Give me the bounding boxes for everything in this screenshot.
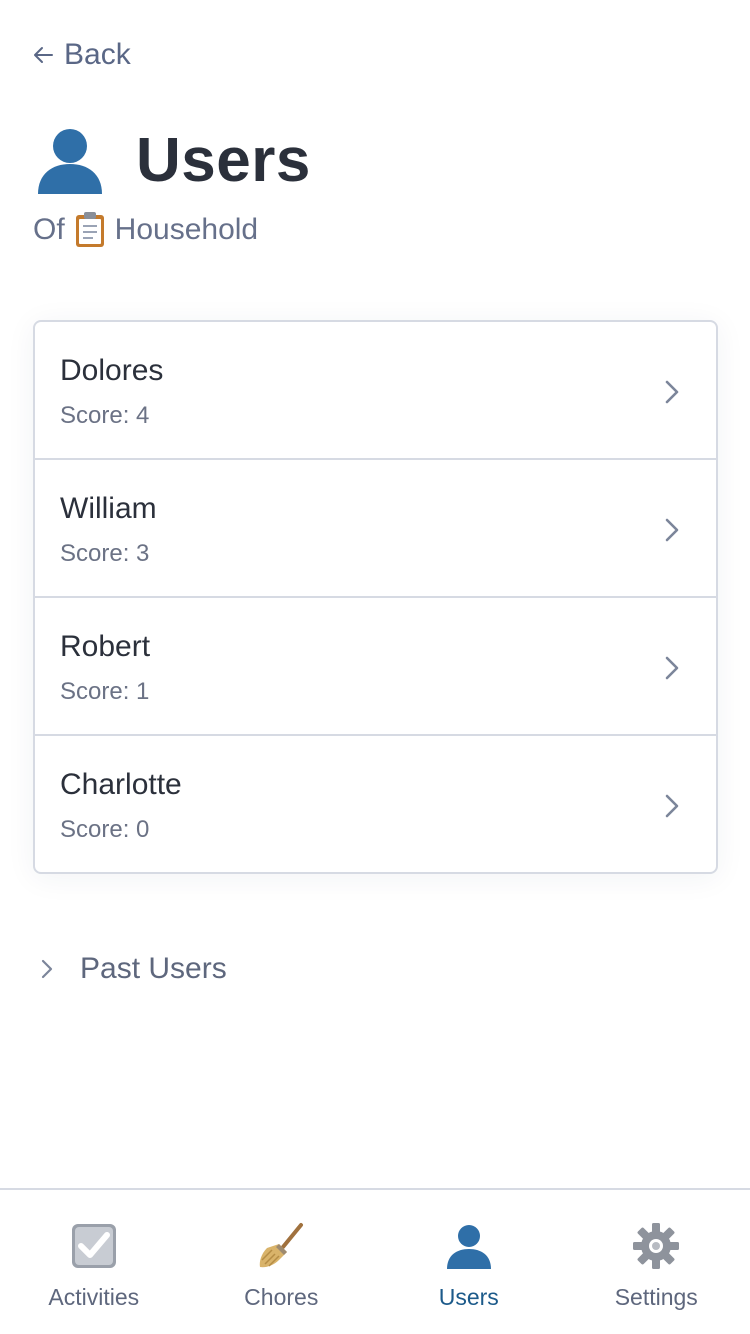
user-row-charlotte[interactable]: Charlotte Score: 0	[35, 736, 716, 872]
arrow-left-icon	[34, 47, 53, 63]
user-score: Score: 4	[60, 402, 150, 429]
user-row-william[interactable]: William Score: 3	[35, 460, 716, 598]
check-box-icon	[71, 1224, 116, 1268]
tab-label: Chores	[244, 1284, 319, 1310]
tab-settings[interactable]: Settings	[563, 1190, 750, 1334]
past-users-toggle[interactable]: Past Users	[40, 952, 227, 986]
back-label: Back	[64, 38, 131, 71]
user-name: Robert	[60, 630, 151, 663]
household-name: Household	[114, 213, 259, 246]
past-users-label: Past Users	[80, 952, 227, 985]
gear-icon	[633, 1223, 680, 1269]
subtitle-prefix: Of	[33, 213, 65, 246]
user-score: Score: 3	[60, 540, 150, 567]
user-name: Dolores	[60, 354, 164, 387]
tab-label: Activities	[48, 1284, 140, 1310]
chevron-right-icon	[665, 518, 679, 542]
tab-label: Settings	[614, 1284, 698, 1310]
user-row-dolores[interactable]: Dolores Score: 4	[35, 322, 716, 460]
page-header: Users	[34, 124, 311, 196]
user-name: William	[60, 492, 157, 525]
page-title: Users	[136, 125, 311, 195]
user-list: Dolores Score: 4 William Score: 3 Robert…	[33, 320, 718, 874]
user-row-robert[interactable]: Robert Score: 1	[35, 598, 716, 736]
chevron-right-icon	[665, 794, 679, 818]
clipboard-icon	[75, 212, 104, 247]
chevron-right-icon	[665, 656, 679, 680]
tab-chores[interactable]: Chores	[188, 1190, 376, 1334]
tab-users[interactable]: Users	[375, 1190, 563, 1334]
user-name: Charlotte	[60, 768, 182, 801]
user-silhouette-icon	[38, 129, 102, 194]
chevron-right-icon	[41, 959, 53, 979]
chevron-right-icon	[665, 380, 679, 404]
tab-label: Users	[438, 1284, 499, 1310]
tab-activities[interactable]: Activities	[0, 1190, 188, 1334]
page-subtitle: Of Household	[33, 212, 258, 248]
users-page: Back Users Of Household Dolores Score: 4	[0, 0, 750, 1334]
back-button[interactable]: Back	[32, 38, 131, 72]
broom-icon	[260, 1223, 304, 1268]
user-score: Score: 1	[60, 678, 150, 705]
user-icon	[446, 1225, 491, 1269]
bottom-tab-bar: Activities Chores Users Settings	[0, 1188, 750, 1334]
user-score: Score: 0	[60, 816, 150, 843]
